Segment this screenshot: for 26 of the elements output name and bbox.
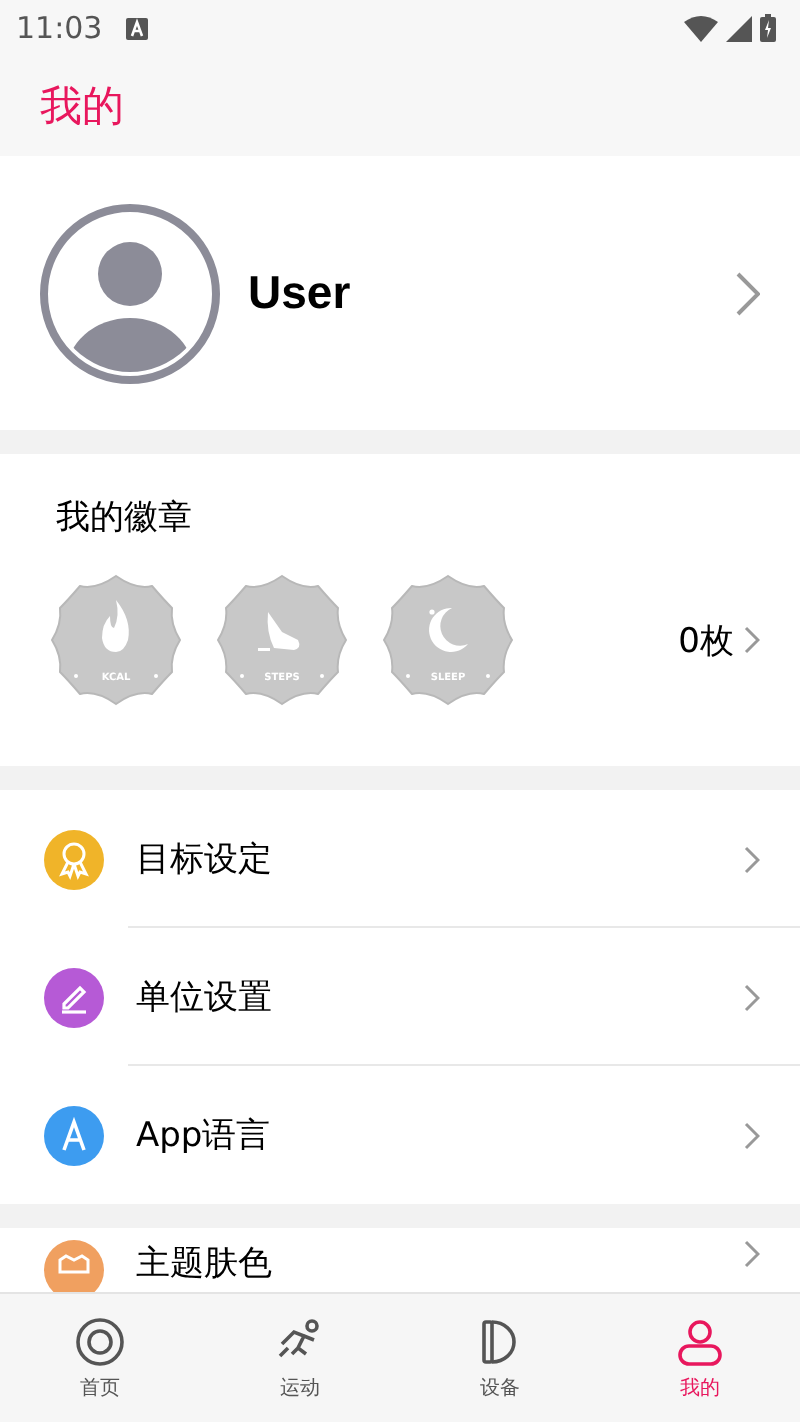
avatar-icon — [40, 203, 220, 383]
notification-icon — [126, 17, 149, 39]
signal-icon — [726, 15, 752, 41]
page-title: 我的 — [40, 80, 124, 134]
profile-row[interactable]: User — [0, 156, 800, 430]
wifi-icon — [684, 15, 718, 41]
nav-tab[interactable]: 首页 — [0, 1294, 200, 1422]
chevron-icon — [744, 1121, 760, 1149]
chevron-icon — [744, 983, 760, 1011]
chevron-icon — [736, 271, 760, 315]
nav-tab[interactable]: 我的 — [600, 1294, 800, 1422]
section-title: 我的徽章 — [56, 496, 192, 540]
person-icon — [674, 1315, 726, 1367]
badge-count[interactable]: 0枚 — [678, 617, 734, 663]
user-name: User — [248, 266, 353, 320]
menu-item[interactable]: 目标设定 — [44, 790, 800, 928]
status-time: 11:03 — [16, 10, 103, 46]
chevron-icon — [744, 1240, 760, 1268]
menu-item[interactable]: App语言 — [44, 1066, 800, 1204]
battery-icon — [760, 14, 776, 42]
nav-tab[interactable]: 设备 — [400, 1294, 600, 1422]
chevron-icon — [744, 845, 760, 873]
nav-tab[interactable]: 运动 — [200, 1294, 400, 1422]
chevron-icon — [744, 626, 760, 654]
menu-item[interactable]: 单位设置 — [44, 928, 800, 1066]
target-icon — [74, 1315, 126, 1367]
